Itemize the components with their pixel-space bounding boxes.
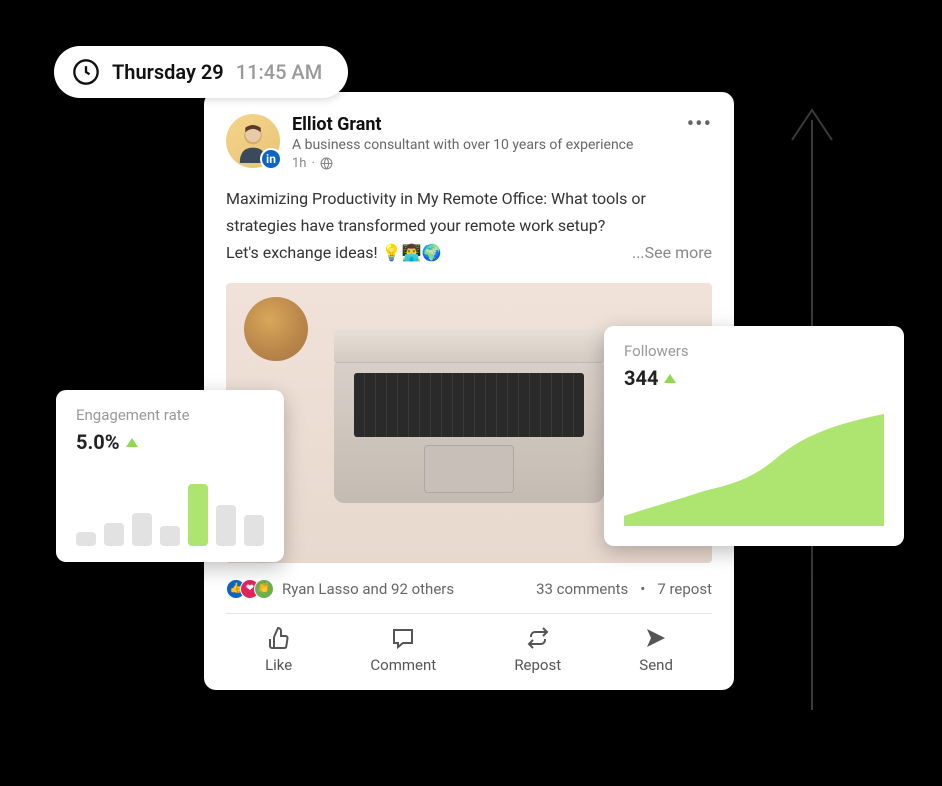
trend-up-icon <box>664 374 676 383</box>
repost-icon <box>526 626 550 650</box>
repost-count[interactable]: 7 repost <box>657 580 712 598</box>
reactions-stack[interactable]: 👍 ❤ 👏 <box>226 579 274 599</box>
like-button[interactable]: Like <box>265 626 292 674</box>
likes-summary[interactable]: Ryan Lasso and 92 others <box>282 580 454 598</box>
repost-button[interactable]: Repost <box>514 626 561 674</box>
post-meta: 1h · <box>292 156 675 171</box>
avatar[interactable]: in <box>226 114 280 168</box>
coffee-cup-graphic <box>244 297 308 361</box>
linkedin-icon: in <box>260 148 282 170</box>
post-stats: 👍 ❤ 👏 Ryan Lasso and 92 others 33 commen… <box>204 563 734 613</box>
timestamp-day: Thursday 29 <box>112 60 224 84</box>
engagement-bar-chart <box>76 468 264 546</box>
author-subtitle: A business consultant with over 10 years… <box>292 137 675 153</box>
comment-button[interactable]: Comment <box>370 626 436 674</box>
engagement-rate-widget: Engagement rate 5.0% <box>56 390 284 562</box>
engagement-label: Engagement rate <box>76 406 264 424</box>
followers-value: 344 <box>624 366 658 390</box>
see-more-link[interactable]: ...See more <box>632 239 712 266</box>
post-menu-button[interactable]: ••• <box>687 114 712 136</box>
author-name[interactable]: Elliot Grant <box>292 114 675 135</box>
post-text-1: Maximizing Productivity in My Remote Off… <box>226 189 646 235</box>
send-label: Send <box>639 656 673 674</box>
post-text-2: Let's exchange ideas! 💡👨‍💻🌍 <box>226 243 441 262</box>
timestamp-time: 11:45 AM <box>236 60 322 84</box>
scheduled-time-pill: Thursday 29 11:45 AM <box>54 46 348 98</box>
like-label: Like <box>265 656 292 674</box>
followers-area-chart <box>624 406 884 526</box>
post-header: in Elliot Grant A business consultant wi… <box>204 114 734 171</box>
globe-icon <box>320 157 333 170</box>
followers-widget: Followers 344 <box>604 326 904 546</box>
followers-label: Followers <box>624 342 884 360</box>
comment-icon <box>391 626 415 650</box>
send-icon <box>644 626 668 650</box>
clock-icon <box>72 58 100 86</box>
comment-label: Comment <box>370 656 436 674</box>
repost-label: Repost <box>514 656 561 674</box>
post-actions: Like Comment Repost Send <box>204 614 734 674</box>
post-age: 1h <box>292 156 306 171</box>
post-body: Maximizing Productivity in My Remote Off… <box>204 171 734 277</box>
send-button[interactable]: Send <box>639 626 673 674</box>
clap-reaction-icon: 👏 <box>254 579 274 599</box>
engagement-value: 5.0% <box>76 430 120 454</box>
comments-count[interactable]: 33 comments <box>536 580 628 598</box>
like-icon <box>267 626 291 650</box>
trend-up-icon <box>126 438 138 447</box>
laptop-graphic <box>334 329 604 503</box>
